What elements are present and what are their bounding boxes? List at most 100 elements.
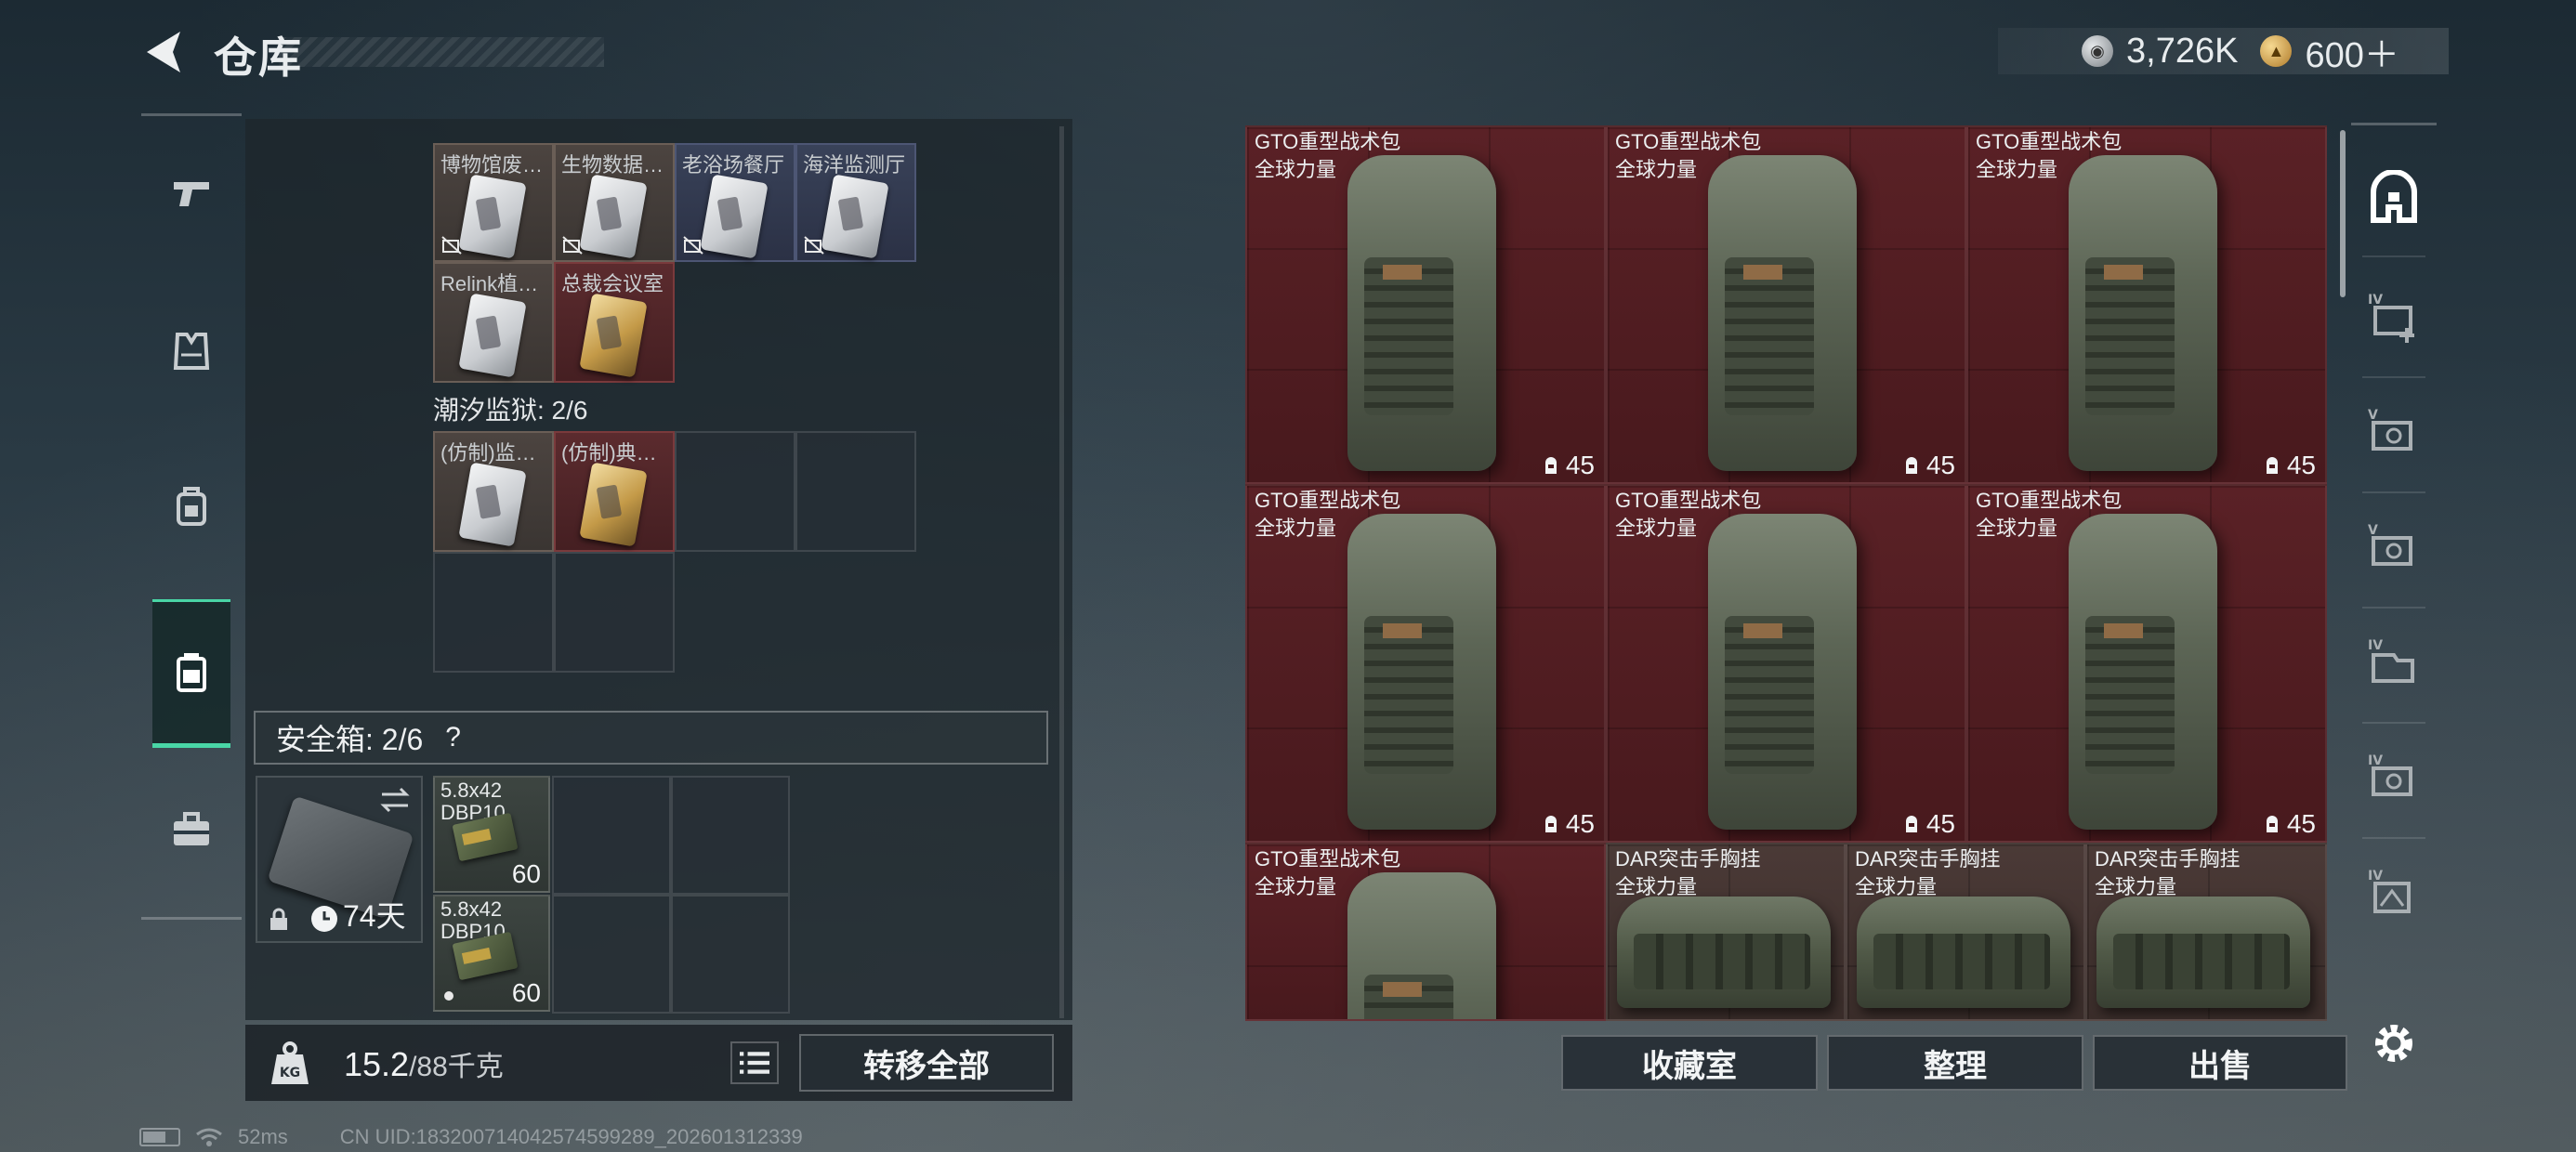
inventory-scrollbar[interactable] <box>1059 126 1064 1018</box>
keycard-image <box>821 174 889 259</box>
stash-item-backpack[interactable]: GTO重型战术包 全球力量 <box>1245 843 1606 1021</box>
backpack-image <box>2069 155 2217 471</box>
ammo-slot[interactable]: 5.8x42 DBP10 60 <box>433 776 550 893</box>
item-subtitle: 全球力量 <box>1615 517 1698 540</box>
safe-box-title: 安全箱: 2/6 <box>276 723 424 756</box>
stash-item-backpack[interactable]: GTO重型战术包 全球力量 45 <box>1245 125 1606 484</box>
back-button[interactable] <box>139 26 191 78</box>
durability-value: 45 <box>1925 809 1955 838</box>
durability: 45 <box>1902 451 1955 480</box>
sell-button[interactable]: 出售 <box>2093 1035 2347 1091</box>
stash-tab-iv-3[interactable]: IV <box>2357 857 2431 932</box>
ammo-indicator-dot <box>444 991 453 1001</box>
empty-slot[interactable] <box>795 431 916 552</box>
stash-item-chest-rig[interactable]: DAR突击手胸挂 全球力量 <box>1606 843 1846 1021</box>
durability-icon <box>1905 816 1917 832</box>
keycard-image <box>579 293 648 378</box>
stash-item-chest-rig[interactable]: DAR突击手胸挂 全球力量 <box>1846 843 2085 1021</box>
durability: 45 <box>1542 451 1595 480</box>
svg-text:V: V <box>2368 523 2378 538</box>
stash-item-backpack[interactable]: GTO重型战术包 全球力量 45 <box>1606 484 1966 843</box>
item-slot[interactable]: Relink植… <box>433 262 554 383</box>
stash-add-tab[interactable]: IV <box>2357 281 2431 356</box>
safe-case-slot[interactable]: 74天 <box>256 776 423 943</box>
no-transfer-icon <box>441 236 462 255</box>
nav-backpack[interactable] <box>154 469 229 543</box>
item-name: GTO重型战术包 <box>1255 489 1401 512</box>
item-subtitle: 全球力量 <box>1615 875 1698 898</box>
list-view-button[interactable] <box>730 1041 779 1084</box>
empty-slot[interactable] <box>671 895 790 1014</box>
gear-icon <box>2375 1025 2412 1062</box>
stash-item-chest-rig[interactable]: DAR突击手胸挂 全球力量 <box>2085 843 2327 1021</box>
svg-text:IV: IV <box>2368 638 2383 653</box>
empty-slot[interactable] <box>675 431 795 552</box>
transfer-all-button[interactable]: 转移全部 <box>799 1034 1054 1092</box>
stash-item-backpack[interactable]: GTO重型战术包 全球力量 45 <box>1966 484 2327 843</box>
item-subtitle: 全球力量 <box>1255 158 1337 181</box>
left-nav <box>141 113 242 920</box>
item-name: GTO重型战术包 <box>1255 847 1401 871</box>
swap-icon[interactable] <box>378 783 412 817</box>
item-slot[interactable]: 生物数据… <box>554 143 675 262</box>
durability-value: 45 <box>2286 451 2316 479</box>
stash-tab-iv-1[interactable]: IV <box>2357 627 2431 701</box>
item-name: 博物馆废… <box>440 153 544 177</box>
svg-text:IV: IV <box>2368 753 2383 768</box>
item-slot[interactable]: 博物馆废… <box>433 143 554 262</box>
item-slot[interactable]: (仿制)典… <box>554 431 675 552</box>
stash-item-backpack[interactable]: GTO重型战术包 全球力量 45 <box>1606 125 1966 484</box>
settings-button[interactable] <box>2357 1006 2431 1080</box>
keycard-image <box>700 174 769 259</box>
item-subtitle: 全球力量 <box>2095 875 2177 898</box>
item-slot[interactable]: 海洋监测厅 <box>795 143 916 262</box>
item-subtitle: 全球力量 <box>1976 517 2058 540</box>
keycard-image <box>458 174 527 259</box>
back-arrow-icon <box>147 32 180 72</box>
stash-v-1-icon: V <box>2368 408 2412 451</box>
item-slot[interactable]: 总裁会议室 <box>554 262 675 383</box>
stash-item-backpack[interactable]: GTO重型战术包 全球力量 45 <box>1245 484 1606 843</box>
nav-toolbox[interactable] <box>154 792 229 867</box>
empty-slot[interactable] <box>552 776 671 895</box>
chest-rig-image <box>1857 897 2070 1008</box>
stash-item-backpack[interactable]: GTO重型战术包 全球力量 45 <box>1966 125 2327 484</box>
item-subtitle: 全球力量 <box>1615 158 1698 181</box>
stash-tab-v-1[interactable]: V <box>2357 397 2431 471</box>
empty-slot[interactable] <box>433 552 554 673</box>
stash-iv-2-icon: IV <box>2368 753 2412 796</box>
ammo-slot[interactable]: 5.8x42 DBP10 60 <box>433 895 550 1012</box>
item-name: 生物数据… <box>561 153 664 177</box>
item-name: GTO重型战术包 <box>1615 489 1762 512</box>
nav-armor[interactable] <box>154 313 229 387</box>
stash-tab-v-2[interactable]: V <box>2357 512 2431 586</box>
empty-slot[interactable] <box>554 552 675 673</box>
nav-storage[interactable] <box>152 599 230 748</box>
item-name: GTO重型战术包 <box>1615 130 1762 153</box>
backpack-image <box>2069 514 2217 830</box>
collection-room-button[interactable]: 收藏室 <box>1561 1035 1818 1091</box>
help-button[interactable]: ? <box>445 722 461 753</box>
item-slot[interactable]: 老浴场餐厅 <box>675 143 795 262</box>
backpack-image <box>1347 872 1496 1019</box>
empty-slot[interactable] <box>671 776 790 895</box>
stash-home-tab[interactable] <box>2357 161 2431 235</box>
keycard-image <box>579 174 648 259</box>
list-icon <box>740 1052 769 1074</box>
empty-slot[interactable] <box>552 895 671 1014</box>
durability-value: 45 <box>1925 451 1955 479</box>
currency-bar: ◉ 3,726K ▲ 600＋ <box>1998 28 2449 75</box>
durability-value: 45 <box>1565 451 1595 479</box>
item-subtitle: 全球力量 <box>1255 875 1337 898</box>
durability-value: 45 <box>1565 809 1595 838</box>
nav-weapons[interactable] <box>154 155 229 229</box>
item-slot[interactable]: (仿制)监… <box>433 431 554 552</box>
stash-tab-iv-2[interactable]: IV <box>2357 742 2431 817</box>
stash-iv-1-icon: IV <box>2368 638 2414 683</box>
organize-button[interactable]: 整理 <box>1827 1035 2083 1091</box>
svg-text:IV: IV <box>2368 293 2383 308</box>
lock-icon <box>270 908 287 930</box>
stash-scrollbar[interactable] <box>2340 130 2346 297</box>
svg-text:IV: IV <box>2368 869 2383 884</box>
svg-text:V: V <box>2368 408 2378 423</box>
